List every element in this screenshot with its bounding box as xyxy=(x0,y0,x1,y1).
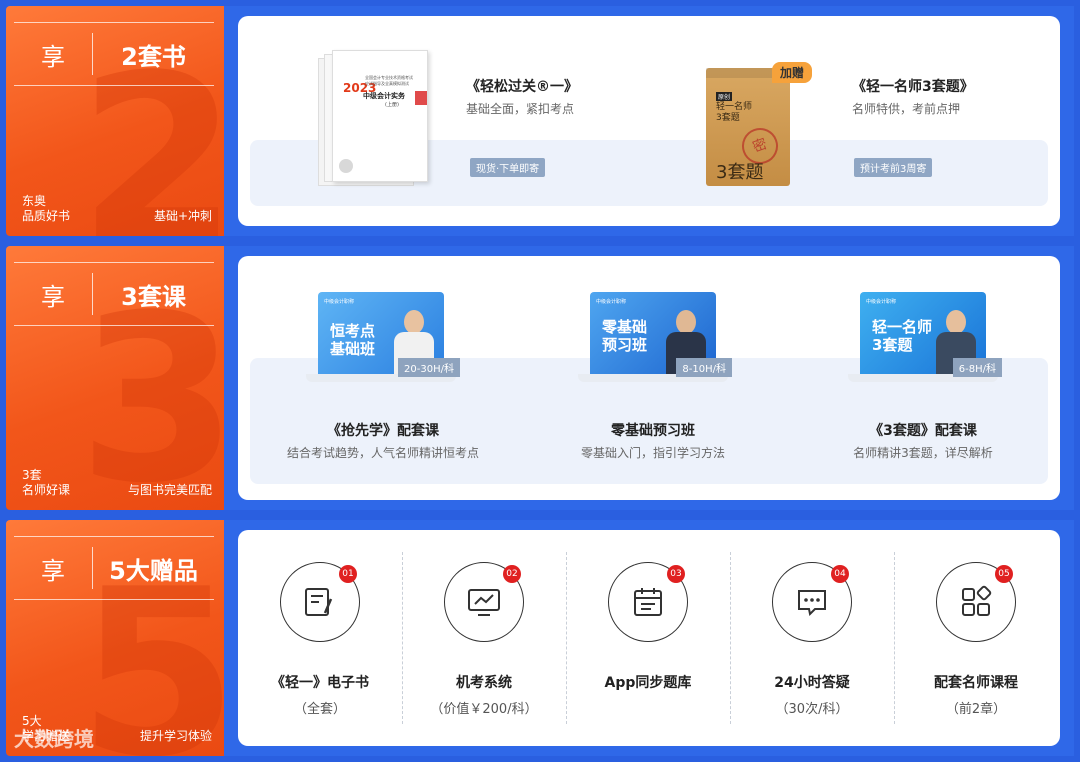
book-image[interactable]: 2023 全国会计专业技术资格考试 应试指导及全真模拟测试 中级会计实务 (上册… xyxy=(318,50,428,186)
course-thumbnail[interactable]: 中级会计职称 零基础 预习班 8-10H/科 xyxy=(578,292,732,392)
gift-item[interactable]: 02 机考系统 （价值￥200/科） xyxy=(402,530,566,746)
gift-sub: （前2章） xyxy=(945,702,1007,717)
screen-title: 基础班 xyxy=(330,340,376,358)
envelope-line: 轻一名师 xyxy=(716,102,753,112)
screen-title: 轻一名师 xyxy=(872,318,933,336)
section-courses: 3 享 3套课 3套 名师好课 与图书完美匹配 中级会计职称 恒考点 基础班 2… xyxy=(6,246,1074,510)
enjoy-label: 享 xyxy=(41,282,65,311)
gift-number: 02 xyxy=(503,565,521,583)
section-note: 基础+冲刺 xyxy=(153,209,212,223)
gift-sub: （30次/科） xyxy=(775,702,849,717)
course-thumbnail[interactable]: 中级会计职称 轻一名师 3套题 6-8H/科 xyxy=(848,292,1002,392)
section-books: 2 享 2套书 东奥 品质好书 基础+冲刺 2023 全国会计专业技术资格考试 … xyxy=(6,6,1074,236)
book-volume: (上册) xyxy=(385,102,399,108)
enjoy-label: 享 xyxy=(41,556,65,585)
watermark: 大数跨境 xyxy=(14,727,94,751)
gift-item[interactable]: 05 配套名师课程 （前2章） xyxy=(894,530,1058,746)
book-line: 应试指导及全真模拟测试 xyxy=(365,81,409,86)
gift-item[interactable]: 04 24小时答疑 （30次/科） xyxy=(730,530,894,746)
hours-tag: 6-8H/科 xyxy=(952,358,1002,377)
enjoy-label: 享 xyxy=(41,42,65,71)
screen-title: 预习班 xyxy=(602,336,648,354)
section-label-panel: 2 享 2套书 东奥 品质好书 基础+冲刺 xyxy=(6,6,224,236)
gift-item[interactable]: 03 App同步题库 xyxy=(566,530,730,746)
books-card: 2023 全国会计专业技术资格考试 应试指导及全真模拟测试 中级会计实务 (上册… xyxy=(238,16,1060,226)
envelope-badge: 原创 xyxy=(716,92,733,101)
section-note: 提升学习体验 xyxy=(139,729,212,743)
envelope-image[interactable]: 原创 轻一名师 3套题 密 3套题 xyxy=(706,68,790,186)
product-name: 《轻一名师3套题》 xyxy=(852,79,974,95)
gift-name: 配套名师课程 xyxy=(934,675,1018,691)
caption-line: 东奥 xyxy=(22,194,47,208)
shipping-tag: 预计考前3周寄 xyxy=(854,158,933,177)
course-desc: 名师精讲3套题，详尽解析 xyxy=(853,446,993,460)
brand-label: 中级会计职称 xyxy=(324,299,355,305)
logo-icon xyxy=(339,159,353,173)
section-header: 享 5大赠品 xyxy=(14,536,214,600)
envelope-big: 3套题 xyxy=(716,162,764,183)
section-title: 2套书 xyxy=(121,42,186,71)
product-desc: 名师特供，考前点押 xyxy=(852,102,961,116)
section-label-panel: 3 享 3套课 3套 名师好课 与图书完美匹配 xyxy=(6,246,224,510)
gift-name: 24小时答疑 xyxy=(774,675,850,691)
gift-number: 03 xyxy=(667,565,685,583)
course-thumbnail[interactable]: 中级会计职称 恒考点 基础班 20-30H/科 xyxy=(306,292,460,392)
gift-name: 机考系统 xyxy=(456,675,512,691)
gifts-card: 01 《轻一》电子书 （全套） 02 机考系统 （价值￥200/科） 03 Ap… xyxy=(238,530,1060,746)
gift-item[interactable]: 01 《轻一》电子书 （全套） xyxy=(238,530,402,746)
gift-number: 01 xyxy=(339,565,357,583)
apps-icon xyxy=(962,585,992,616)
course-name: 《3套题》配套课 xyxy=(869,423,977,439)
caption-line: 3套 xyxy=(22,468,42,482)
section-note: 与图书完美匹配 xyxy=(127,483,212,497)
monitor-chart-icon xyxy=(468,589,500,616)
ebook-icon xyxy=(305,588,333,616)
section-caption: 3套 名师好课 xyxy=(22,468,70,498)
caption-line: 名师好课 xyxy=(22,483,71,497)
section-label-panel: 5 享 5大赠品 5大 学习赠送 提升学习体验 大数跨境 xyxy=(6,520,224,756)
brand-label: 中级会计职称 xyxy=(596,299,627,305)
brand-label: 中级会计职称 xyxy=(866,299,897,305)
screen-title: 恒考点 xyxy=(330,322,376,340)
gift-number: 04 xyxy=(831,565,849,583)
envelope-line: 3套题 xyxy=(716,113,740,123)
section-caption: 东奥 品质好书 xyxy=(22,194,70,224)
course-desc: 结合考试趋势，人气名师精讲恒考点 xyxy=(286,446,479,460)
screen-title: 零基础 xyxy=(602,318,648,336)
chat-bubble-icon xyxy=(798,590,826,617)
book-line: 全国会计专业技术资格考试 xyxy=(365,75,413,80)
course-desc: 零基础入门，指引学习方法 xyxy=(580,446,725,460)
screen-title: 3套题 xyxy=(872,336,913,354)
hours-tag: 20-30H/科 xyxy=(398,358,460,377)
caption-line: 品质好书 xyxy=(22,209,71,223)
gift-badge: 加赠 xyxy=(772,62,813,83)
product-desc: 基础全面，紧扣考点 xyxy=(466,102,575,116)
section-title: 3套课 xyxy=(121,282,186,311)
gift-name: App同步题库 xyxy=(604,675,692,691)
book-subject: 中级会计实务 xyxy=(363,92,405,100)
gift-sub: （全套） xyxy=(293,702,346,717)
product-name: 《轻松过关®一》 xyxy=(466,79,578,95)
course-name: 《抢先学》配套课 xyxy=(327,423,439,439)
gift-name: 《轻一》电子书 xyxy=(271,675,369,691)
section-gifts: 5 享 5大赠品 5大 学习赠送 提升学习体验 大数跨境 01 《轻一》电子书 … xyxy=(6,520,1074,756)
hours-tag: 8-10H/科 xyxy=(676,358,732,377)
gift-number: 05 xyxy=(995,565,1013,583)
gift-sub: （价值￥200/科） xyxy=(430,702,538,717)
shipping-tag: 现货·下单即寄 xyxy=(470,158,546,177)
course-name: 零基础预习班 xyxy=(611,423,695,439)
calendar-icon xyxy=(634,588,662,616)
courses-card: 中级会计职称 恒考点 基础班 20-30H/科 《抢先学》配套课 结合考试趋势，人… xyxy=(238,256,1060,500)
section-title: 5大赠品 xyxy=(109,556,198,585)
section-header: 享 2套书 xyxy=(14,22,214,86)
section-header: 享 3套课 xyxy=(14,262,214,326)
